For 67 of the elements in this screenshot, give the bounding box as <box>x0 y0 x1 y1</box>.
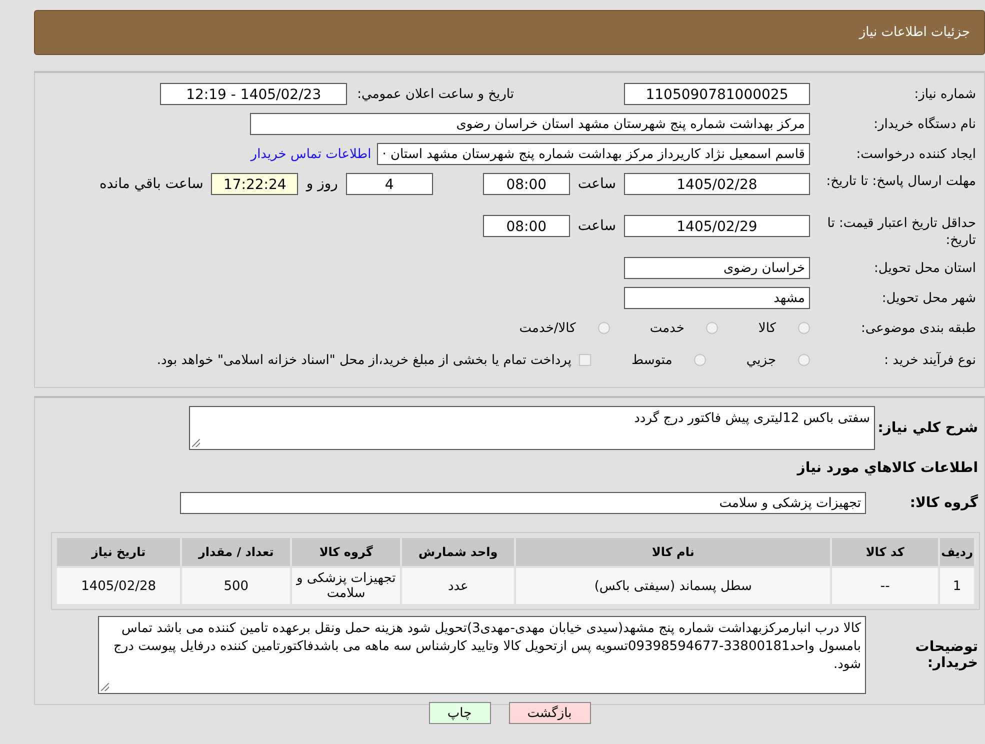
text-area[interactable]: سفتی باکس 12لیتری پیش فاکتور درج گردد <box>189 406 875 450</box>
radio-label: کالا/خدمت <box>519 320 576 336</box>
section-heading: اطلاعات کالاهاي مورد نیاز <box>796 460 978 476</box>
radio-button[interactable] <box>798 354 810 366</box>
radio-label: جزيي <box>746 352 776 368</box>
time-field[interactable]: 08:00 <box>482 173 570 195</box>
time-label: ساعت <box>578 217 616 236</box>
field-label: شرح کلي نیاز: <box>876 420 979 436</box>
resize-grip-icon <box>101 683 109 691</box>
text-area-value: کالا درب انبارمرکزبهداشت شماره پنج مشهد(سیدی خیابان مهدی-مهدی3)تحویل شود هزینه حمل ونقل برعهده تامین کننده می باشد تماس بامسول واحد33800181-09398594677تسویه پس ازتحویل کالا وتایید کارشناس سه ماهه می باشدفاکتورتامین کننده درفایل پیوست درج شود. <box>113 621 861 672</box>
table-cell: -- <box>832 568 938 604</box>
field-label: توضیحات خریدار: <box>914 639 979 671</box>
input-field[interactable]: تجهیزات پزشکی و سلامت <box>180 492 866 514</box>
column-header: تعداد / مقدار <box>182 538 290 566</box>
time-field[interactable]: 08:00 <box>482 215 570 237</box>
field-label: شهر محل تحویل: <box>880 290 977 306</box>
input-field[interactable]: مرکز بهداشت شماره پنج شهرستان مشهد استان خراسان رضوی <box>250 113 810 135</box>
field-label: نام دستگاه خریدار: <box>872 116 977 132</box>
text-area-value: سفتی باکس 12لیتری پیش فاکتور درج گردد <box>634 411 870 426</box>
table-cell: سطل پسماند (سیفتی باکس) <box>516 568 830 604</box>
input-field[interactable]: مشهد <box>624 287 810 309</box>
field-label: شماره نیاز: <box>913 86 977 102</box>
resize-grip-icon <box>192 439 200 447</box>
time-label: ساعت <box>578 175 616 194</box>
print-button[interactable]: چاپ <box>428 702 490 724</box>
input-field[interactable]: خراسان رضوی <box>624 257 810 279</box>
table-cell: عدد <box>402 568 514 604</box>
radio-label: کالا <box>758 320 776 336</box>
date-field[interactable]: 1405/02/29 <box>624 215 810 237</box>
table-cell: 1 <box>940 568 974 604</box>
remaining-label: ساعت باقي مانده <box>100 175 204 194</box>
input-field[interactable]: قاسم اسمعیل نژاد کاریرداز مرکز بهداشت شماره پنج شهرستان مشهد استان · <box>377 143 810 165</box>
column-header: نام کالا <box>516 538 830 566</box>
input-field[interactable]: 1105090781000025 <box>624 83 810 105</box>
field-label: طبقه بندی موضوعی: <box>860 320 977 336</box>
radio-label: خدمت <box>650 320 684 336</box>
field-label: ایجاد کننده درخواست: <box>855 146 977 162</box>
checkbox[interactable] <box>579 354 592 366</box>
table-cell: 500 <box>182 568 290 604</box>
radio-button[interactable] <box>694 354 706 366</box>
radio-label: متوسط <box>631 352 672 368</box>
back-button[interactable]: بازگشت <box>508 702 590 724</box>
column-header: واحد شمارش <box>402 538 514 566</box>
column-header: گروه کالا <box>292 538 400 566</box>
column-header: کد کالا <box>832 538 938 566</box>
radio-button[interactable] <box>706 322 718 334</box>
checkbox-label: پرداخت تمام یا بخشی از مبلغ خرید،از محل "اسناد خزانه اسلامی" خواهد بود. <box>156 352 572 368</box>
contact-link[interactable]: اطلاعات تماس خریدار <box>250 146 372 162</box>
radio-button[interactable] <box>598 322 610 334</box>
table-cell: تجهیزات پزشکی و سلامت <box>292 568 400 604</box>
days-label: روز و <box>306 175 338 194</box>
field-label: تاریخ و ساعت اعلان عمومي: <box>357 86 514 102</box>
column-header: تاریخ نیاز <box>57 538 180 566</box>
field-label: نوع فرآیند خرید : <box>883 352 977 368</box>
field-label: گروه کالا: <box>908 495 979 511</box>
input-field[interactable]: 1405/02/23 - 12:19 <box>160 83 348 105</box>
page-title: جزئیات اطلاعات نیاز <box>859 25 970 40</box>
field-label: استان محل تحویل: <box>873 260 977 276</box>
column-header: ردیف <box>940 538 974 566</box>
days-field[interactable]: 4 <box>346 173 433 195</box>
text-area[interactable] <box>98 616 866 694</box>
date-field[interactable]: 1405/02/28 <box>624 173 810 195</box>
remaining-time-field[interactable]: 17:22:24 <box>211 173 298 195</box>
table-cell: 1405/02/28 <box>57 568 180 604</box>
field-label: مهلت ارسال پاسخ: تا تاریخ: <box>825 173 977 190</box>
field-label: حداقل تاریخ اعتبار قیمت: تا تاریخ: <box>826 215 977 249</box>
radio-button[interactable] <box>798 322 810 334</box>
